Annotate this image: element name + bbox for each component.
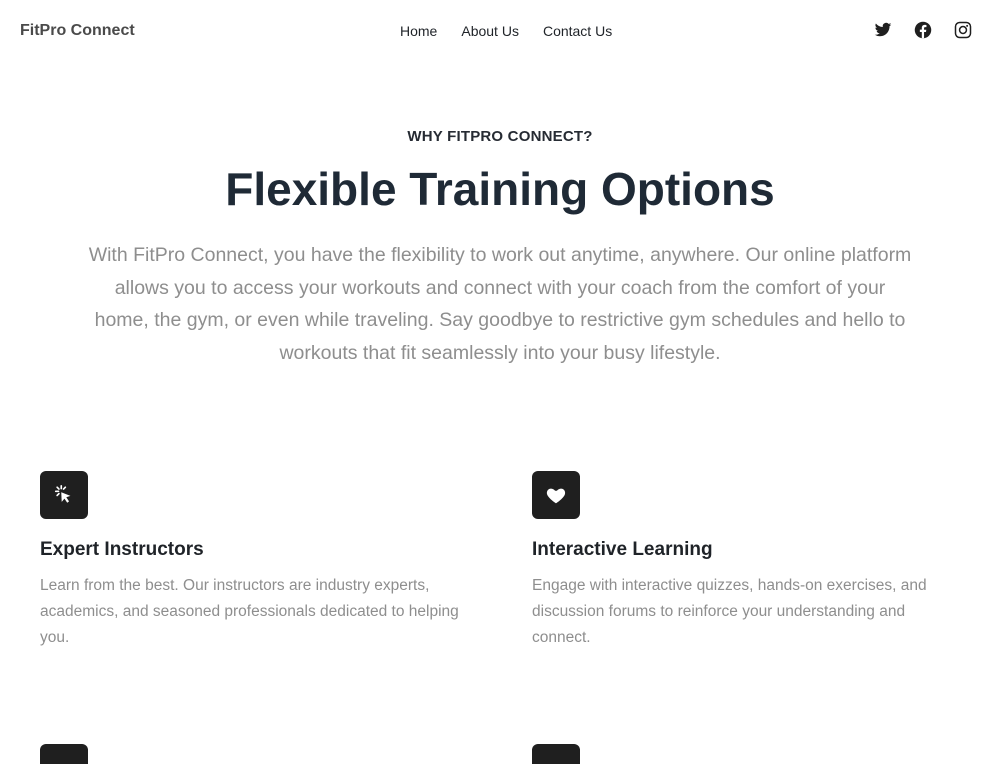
main-nav: Home About Us Contact Us: [400, 23, 612, 39]
feature-card-expert-instructors: Expert Instructors Learn from the best. …: [40, 471, 460, 651]
facebook-icon[interactable]: [914, 21, 932, 39]
nav-contact-us[interactable]: Contact Us: [543, 23, 612, 39]
feature-card-interactive-learning: Interactive Learning Engage with interac…: [532, 471, 952, 651]
feature-description: Engage with interactive quizzes, hands-o…: [532, 577, 927, 646]
heart-icon: [532, 471, 580, 519]
cursor-click-icon: [40, 471, 88, 519]
section-eyebrow: WHY FITPRO CONNECT?: [407, 128, 593, 145]
social-links: [874, 21, 972, 39]
hero-description: With FitPro Connect, you have the flexib…: [88, 244, 912, 364]
hero-section: WHY FITPRO CONNECT? Flexible Training Op…: [0, 128, 1000, 369]
page-title: Flexible Training Options: [225, 163, 775, 215]
brand-logo[interactable]: FitPro Connect: [20, 22, 135, 40]
feature-icon-partial: [532, 744, 580, 764]
nav-home[interactable]: Home: [400, 23, 437, 39]
site-header: FitPro Connect Home About Us Contact Us: [0, 0, 1000, 64]
feature-title: Expert Instructors: [40, 539, 204, 560]
instagram-icon[interactable]: [954, 21, 972, 39]
nav-about-us[interactable]: About Us: [461, 23, 519, 39]
feature-description: Learn from the best. Our instructors are…: [40, 577, 459, 646]
twitter-icon[interactable]: [874, 21, 892, 39]
feature-icon-partial: [40, 744, 88, 764]
feature-title: Interactive Learning: [532, 539, 713, 560]
